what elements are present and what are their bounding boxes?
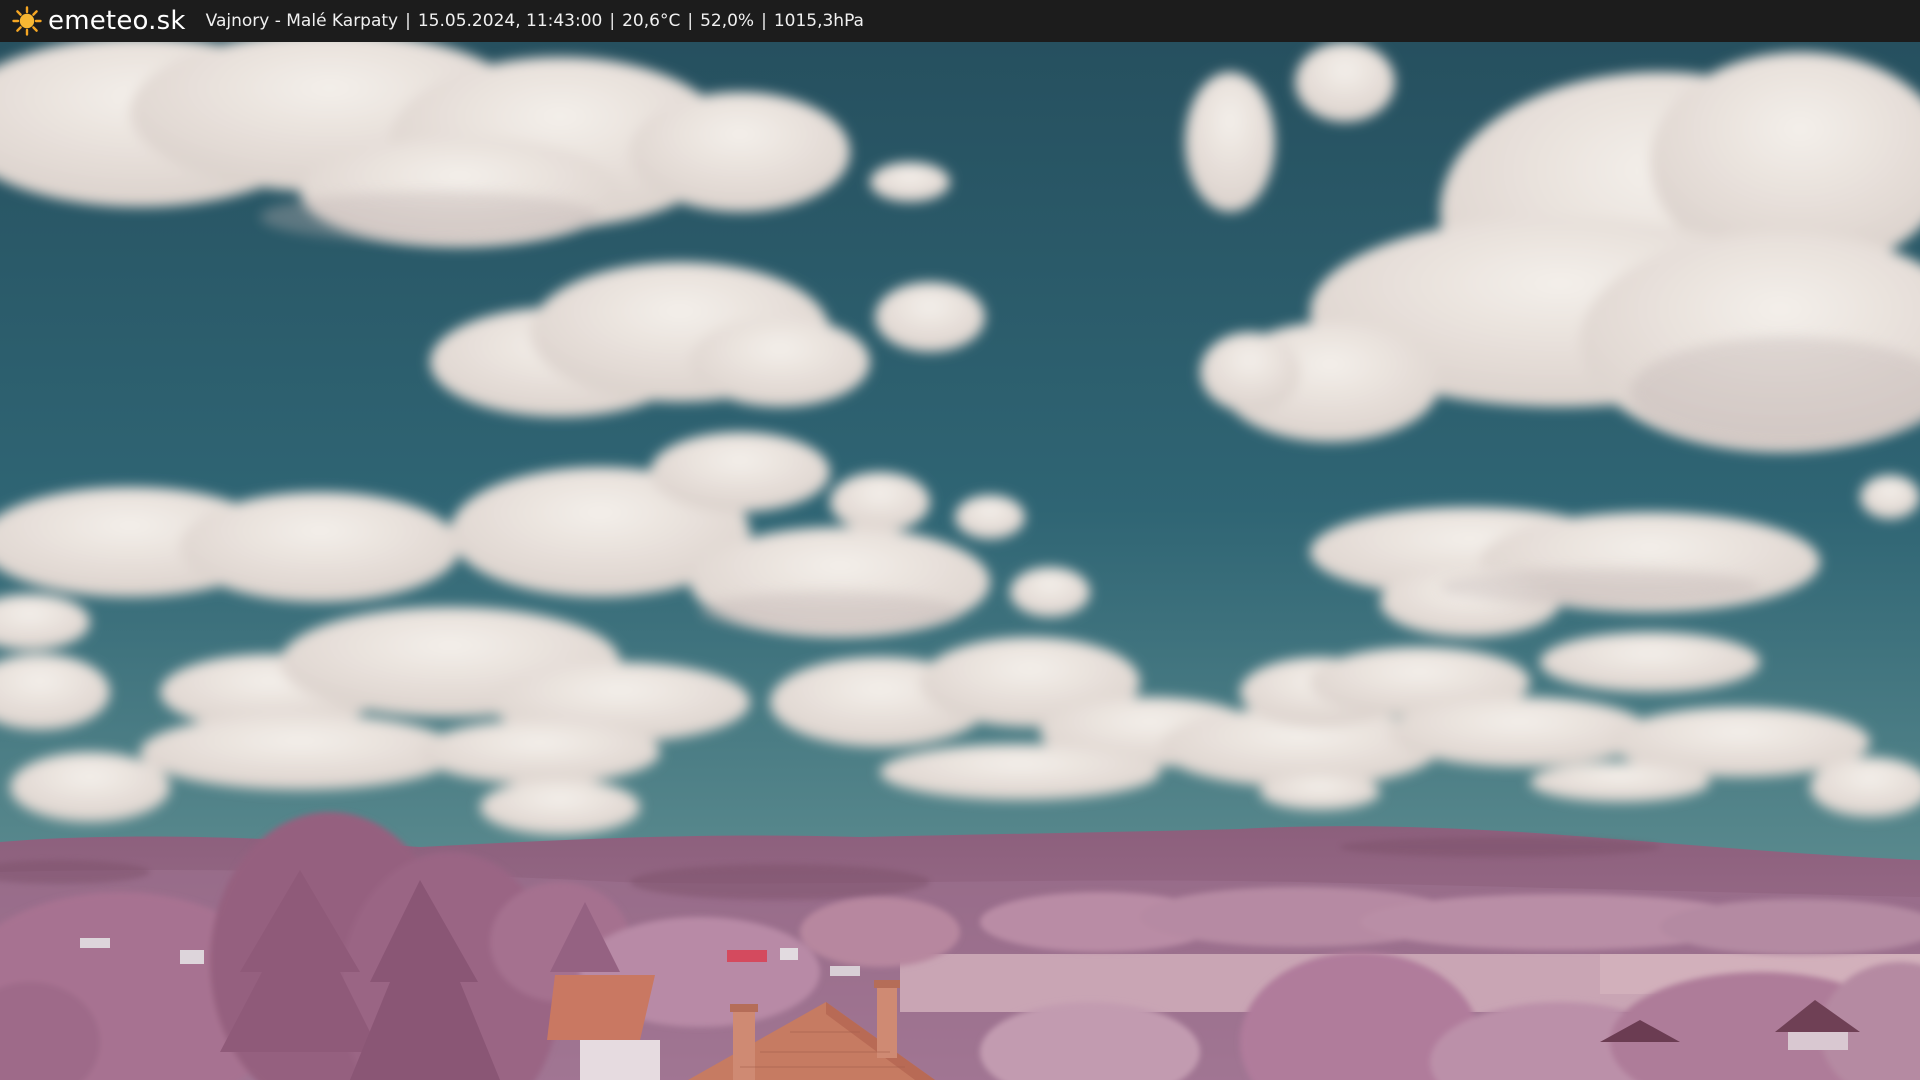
observation-datetime: 15.05.2024, 11:43:00 xyxy=(417,11,603,31)
webcam-image xyxy=(0,42,1920,1080)
separator: | xyxy=(687,11,694,31)
landscape-photo xyxy=(0,42,1920,1080)
pressure-value: 1015,3hPa xyxy=(773,11,864,31)
top-bar: emeteo.sk Vajnory - Malé Karpaty | 15.05.2… xyxy=(0,0,1920,42)
brand-name: emeteo.sk xyxy=(48,6,186,36)
sun-icon xyxy=(12,6,42,36)
station-name: Vajnory - Malé Karpaty xyxy=(205,11,399,31)
station-info: Vajnory - Malé Karpaty | 15.05.2024, 11:43… xyxy=(206,11,864,31)
separator: | xyxy=(761,11,767,31)
humidity-value: 52,0% xyxy=(700,11,755,31)
brand-logo[interactable]: emeteo.sk xyxy=(12,6,186,36)
temperature-value: 20,6°C xyxy=(622,11,681,31)
separator: | xyxy=(609,11,616,31)
separator: | xyxy=(405,11,411,31)
